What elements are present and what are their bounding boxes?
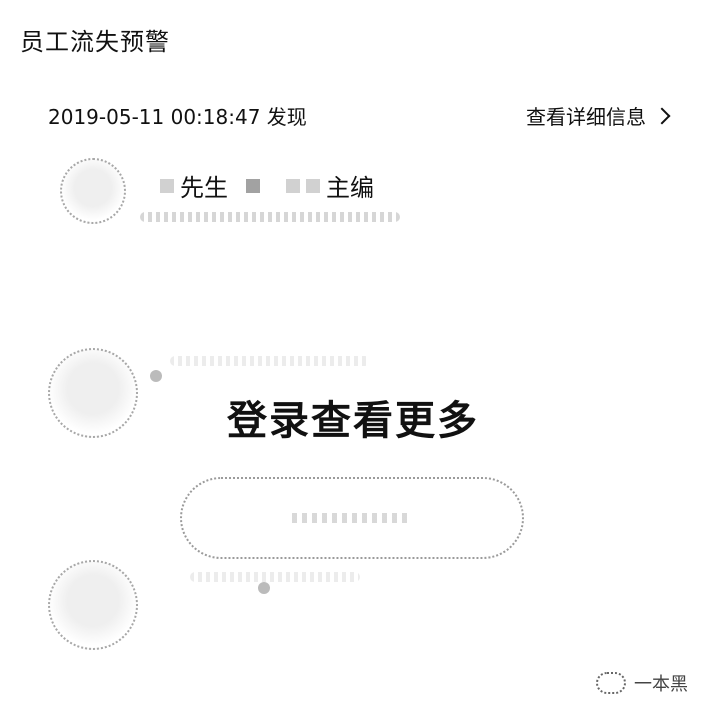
watermark: 一本黑 [596,670,688,696]
masked-info-line [140,212,400,222]
alert-row: 2019-05-11 00:18:47 发现 查看详细信息 [48,101,671,131]
login-button[interactable] [180,477,524,559]
person-name-row: 先生 主编 [160,168,374,203]
person-name-suffix: 先生 [180,174,228,202]
page-title: 员工流失预警 [20,28,170,56]
wechat-icon [596,672,626,694]
chevron-right-icon [653,107,671,124]
masked-dot [150,370,162,382]
view-details-label: 查看详细信息 [526,105,646,129]
masked-dot [258,582,270,594]
masked-info-line [170,356,370,366]
masked-company [306,178,320,193]
watermark-text: 一本黑 [634,674,688,695]
avatar [60,158,126,224]
masked-button-label [292,513,412,523]
alert-datetime: 2019-05-11 00:18:47 发现 [48,105,307,129]
masked-company [246,178,260,193]
view-details-link[interactable]: 查看详细信息 [526,101,671,130]
person-title: 主编 [326,174,374,202]
masked-company [286,178,300,193]
login-to-view-more[interactable]: 登录查看更多 [0,388,706,446]
masked-surname [160,178,174,193]
masked-info-line [190,572,360,582]
avatar [48,560,138,650]
